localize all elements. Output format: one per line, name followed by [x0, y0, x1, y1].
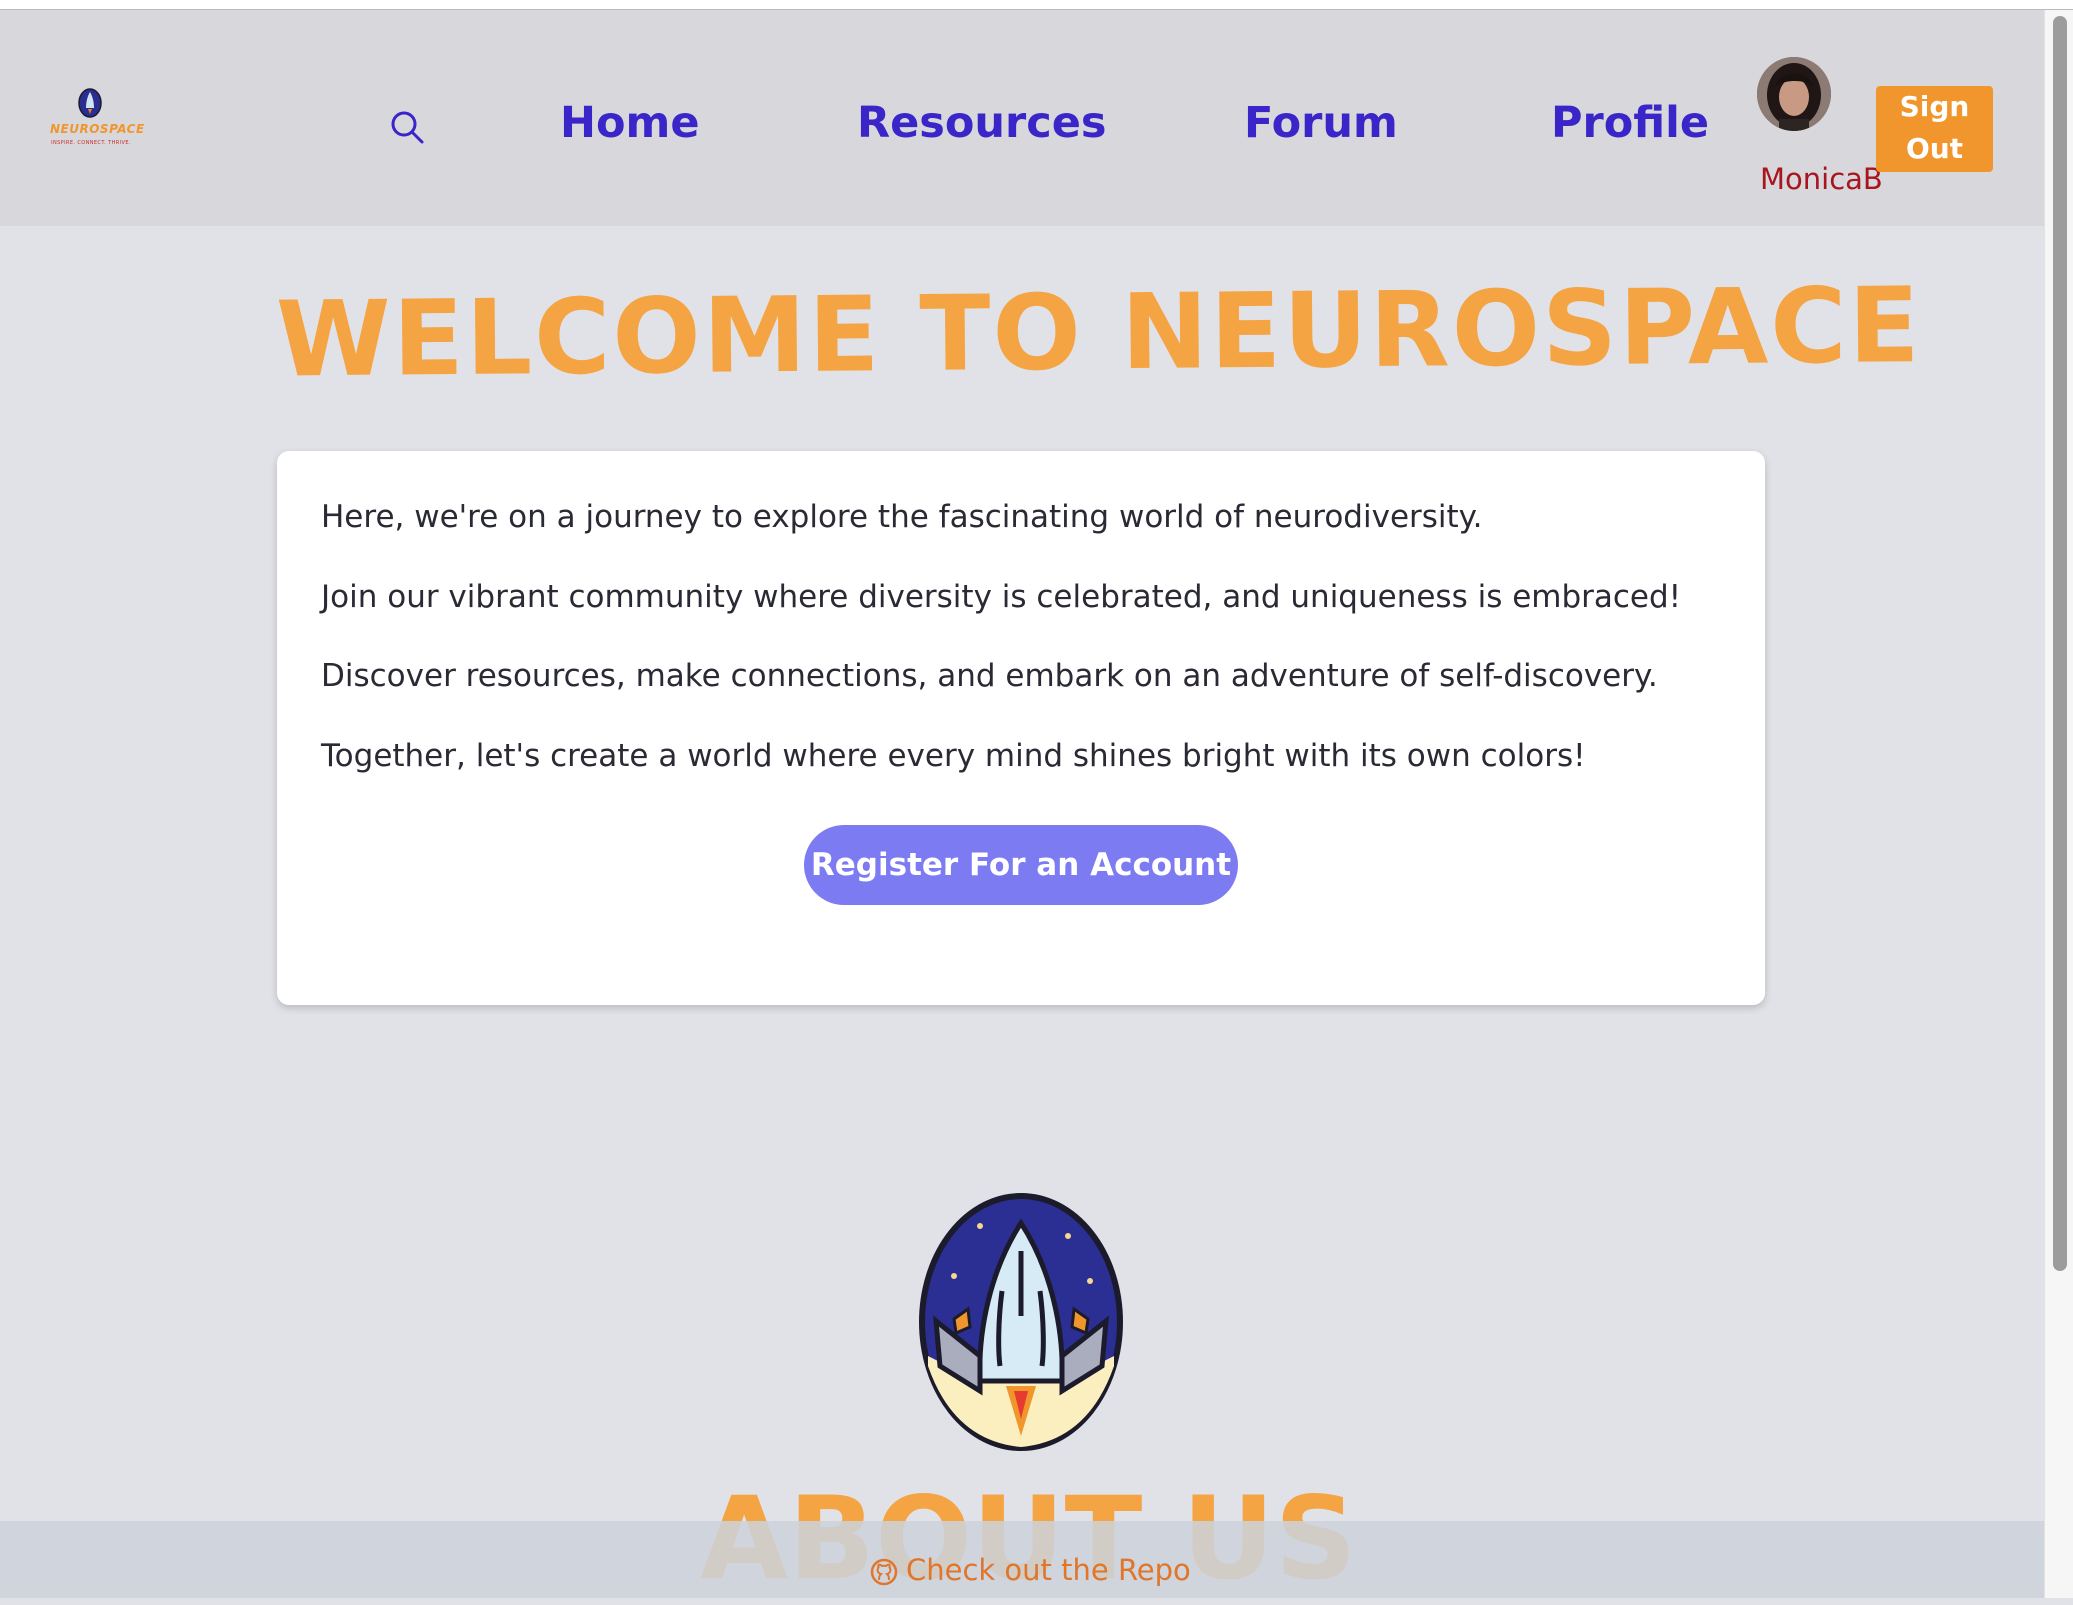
- site-logo[interactable]: NEUROSPACE INSPIRE. CONNECT. THRIVE.: [50, 88, 145, 158]
- brand-tagline: INSPIRE. CONNECT. THRIVE.: [51, 140, 131, 146]
- nav-home[interactable]: Home: [560, 98, 700, 148]
- sign-out-button[interactable]: Sign Out: [1876, 86, 1993, 172]
- brand-name: NEUROSPACE: [50, 122, 145, 136]
- repo-link-label: Check out the Repo: [906, 1553, 1191, 1587]
- intro-paragraph: Join our vibrant community where diversi…: [321, 579, 1682, 615]
- repo-link[interactable]: Check out the Repo: [870, 1553, 1191, 1587]
- username[interactable]: MonicaB: [1760, 162, 1883, 196]
- page-title: WELCOME TO NEUROSPACE: [275, 264, 1923, 401]
- search-icon: [391, 111, 424, 144]
- rocket-badge-icon: [78, 88, 102, 118]
- rocket-logo-icon: [919, 1193, 1123, 1451]
- nav-forum[interactable]: Forum: [1244, 98, 1398, 148]
- avatar[interactable]: [1757, 57, 1831, 131]
- github-icon: [870, 1558, 898, 1586]
- user-photo-icon: [1757, 57, 1831, 131]
- intro-paragraph: Discover resources, make connections, an…: [321, 658, 1658, 694]
- nav-resources[interactable]: Resources: [857, 98, 1106, 148]
- register-button[interactable]: Register For an Account: [804, 825, 1238, 905]
- navbar: NEUROSPACE INSPIRE. CONNECT. THRIVE. Hom…: [0, 10, 2044, 226]
- intro-card: Here, we're on a journey to explore the …: [277, 451, 1765, 1005]
- search-button[interactable]: [388, 108, 428, 148]
- intro-paragraph: Here, we're on a journey to explore the …: [321, 499, 1483, 535]
- browser-top-edge: [0, 0, 2073, 10]
- nav-profile[interactable]: Profile: [1551, 98, 1709, 148]
- scrollbar-thumb[interactable]: [2053, 16, 2067, 1271]
- intro-paragraph: Together, let's create a world where eve…: [321, 738, 1586, 774]
- scrollbar[interactable]: [2044, 10, 2073, 1598]
